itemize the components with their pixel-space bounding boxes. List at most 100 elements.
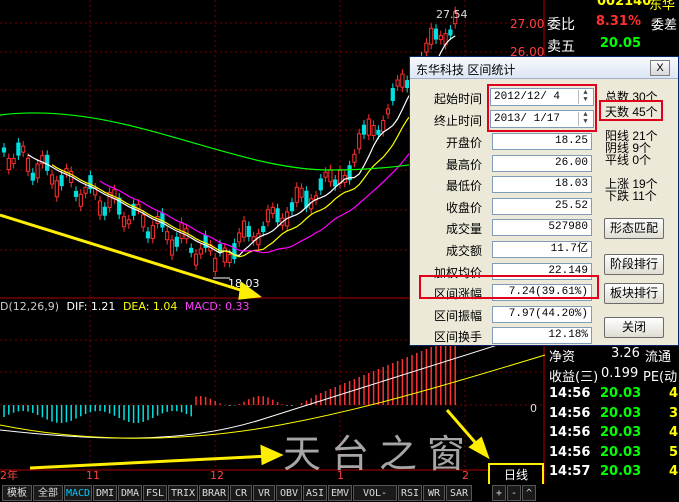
tab-brar[interactable]: BRAR [199, 485, 229, 501]
tab-模板[interactable]: 模板 [2, 485, 32, 501]
tick-time: 14:56 [549, 386, 591, 401]
candle-body [30, 172, 35, 181]
candle-body [289, 202, 295, 212]
candle-body [11, 158, 16, 165]
close-button[interactable]: 关闭 [604, 317, 664, 338]
candle-body [169, 239, 175, 256]
tab-dmi[interactable]: DMI [93, 485, 117, 501]
tab-vr[interactable]: VR [253, 485, 275, 501]
candle-body [299, 187, 304, 198]
start-time-label: 起始时间 [433, 92, 482, 106]
tick-volume: 3 [669, 405, 679, 421]
tab-vol-tdx[interactable]: VOL-TDX [353, 485, 397, 501]
candle-body [304, 190, 309, 208]
range-gain-highlight [419, 275, 599, 299]
tick-time: 14:57 [549, 464, 591, 479]
tick-row: 14:56 20.03 3 [545, 406, 679, 426]
stage-rank-button[interactable]: 阶段排行 [604, 254, 664, 275]
tab-rsi[interactable]: RSI [398, 485, 422, 501]
candle-body [366, 118, 371, 136]
candle-body [145, 231, 151, 239]
candle-body [429, 27, 434, 45]
tick-time: 14:56 [549, 405, 591, 421]
earnings-value: 0.199 [601, 366, 639, 381]
candle-body [275, 208, 280, 223]
tab-trix[interactable]: TRIX [168, 485, 198, 501]
quote-label: 委比 [547, 17, 575, 33]
tab-plus-button[interactable]: + [492, 485, 506, 501]
earnings-label: 收益(三) [549, 370, 599, 385]
candle-body [381, 119, 386, 132]
date-highlight [487, 84, 597, 132]
stat-label: 区间换手 [433, 330, 482, 345]
tab-fsl[interactable]: FSL [143, 485, 167, 501]
dea-line [0, 354, 546, 439]
tab-cr[interactable]: CR [230, 485, 252, 501]
tick-row: 14:56 20.03 4 [545, 425, 679, 445]
tab-wr[interactable]: WR [423, 485, 445, 501]
candle-body [227, 254, 232, 264]
stat-label: 开盘价 [445, 136, 482, 150]
tab-emv[interactable]: EMV [328, 485, 352, 501]
stock-chart-window: 27.54 27.00 26.00 18.03 0 2年 11 12 1 2 天… [0, 0, 679, 502]
quote-row-weibi: 委比 8.31% 委差 [545, 14, 679, 34]
tab-up-button[interactable]: ^ [522, 485, 536, 501]
macd-params: D(12,26,9) [0, 300, 60, 313]
dialog-title: 东华科技 区间统计 [416, 63, 516, 77]
tab-obv[interactable]: OBV [276, 485, 302, 501]
end-time-label: 终止时间 [433, 114, 482, 128]
tab-dma[interactable]: DMA [118, 485, 142, 501]
quote-header: 002140 东华 [545, 0, 679, 13]
candle-body [49, 174, 55, 185]
candle-body [371, 125, 376, 137]
price-axis-p1: 27.00 [510, 17, 544, 31]
candle-body [357, 133, 362, 150]
candle-body [21, 145, 26, 153]
tab-sar[interactable]: SAR [446, 485, 472, 501]
stat-label: 区间振幅 [433, 308, 482, 323]
sector-rank-button[interactable]: 板块排行 [604, 283, 664, 304]
stat-value: 12.18% [492, 327, 592, 345]
tab-全部[interactable]: 全部 [33, 485, 63, 501]
candle-body [78, 193, 83, 207]
volume-zero-label: 0 [530, 402, 537, 415]
candle-body [328, 169, 333, 183]
ma5-line [27, 35, 456, 257]
x-axis-year: 2年 [0, 468, 18, 482]
candle-body [189, 247, 194, 253]
close-icon[interactable]: X [650, 60, 670, 76]
tab-macd[interactable]: MACD [64, 485, 92, 501]
tab-asi[interactable]: ASI [303, 485, 327, 501]
stat-label: 成交量 [445, 222, 482, 237]
quote-label: 卖五 [547, 39, 575, 55]
dif-line [0, 329, 546, 439]
candle-body [438, 35, 443, 41]
tab-minus-button[interactable]: - [507, 485, 521, 501]
stat-label: 最高价 [445, 157, 482, 172]
candle-body [323, 171, 328, 178]
candle-body [433, 28, 439, 40]
candle-body [1, 147, 7, 153]
candle-body [150, 224, 155, 239]
candle-body [261, 226, 266, 233]
stock-code: 002140 [597, 0, 652, 9]
candle-body [141, 214, 146, 228]
candle-body [6, 158, 11, 171]
stat-value: 18.25 [492, 133, 592, 150]
candle-body [390, 87, 395, 101]
candle-body [265, 209, 271, 223]
candle-body [35, 163, 40, 179]
tick-price: 20.03 [600, 464, 642, 479]
candle-body [246, 225, 251, 237]
pattern-match-button[interactable]: 形态匹配 [604, 218, 664, 239]
candle-body [376, 129, 381, 135]
price-axis-high-label: 27.54 [436, 8, 468, 21]
stat-label: 成交额 [445, 244, 482, 258]
dialog-title-bar[interactable]: 东华科技 区间统计 X [410, 57, 678, 79]
candle-body [270, 206, 275, 214]
candle-body [59, 175, 64, 187]
candle-body [102, 206, 107, 216]
stat-label: 收盘价 [445, 200, 482, 215]
candle-body [165, 231, 170, 241]
candle-body [174, 236, 179, 247]
